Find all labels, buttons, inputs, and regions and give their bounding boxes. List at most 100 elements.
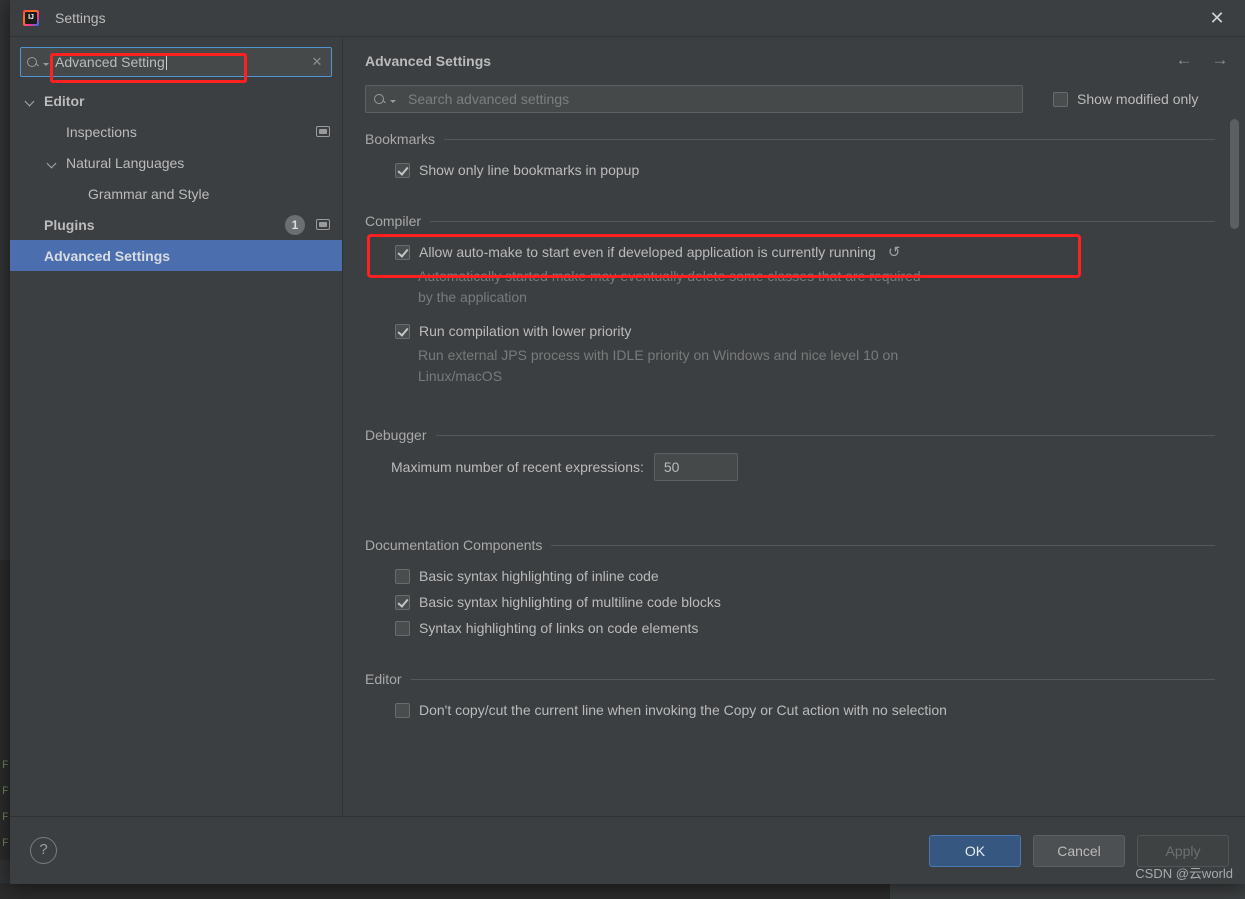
- chevron-down-icon: [390, 99, 396, 103]
- plugin-count-badge: 1: [285, 214, 305, 235]
- show-modified-only-checkbox[interactable]: Show modified only: [1053, 91, 1198, 107]
- checkbox-box[interactable]: [395, 594, 410, 610]
- sidebar-search-input[interactable]: Advanced Setting ✕: [20, 47, 332, 77]
- sidebar-item-label: Plugins: [44, 216, 95, 233]
- dialog-body: Advanced Setting ✕ Editor Inspections Natu…: [10, 37, 1245, 817]
- setting-label: Show only line bookmarks in popup: [419, 162, 640, 178]
- max-recent-expressions-input[interactable]: 50: [653, 453, 738, 481]
- setting-description: Run external JPS process with IDLE prior…: [418, 347, 899, 384]
- sidebar-item-label: Editor: [44, 92, 85, 109]
- watermark: CSDN @云world: [1135, 866, 1233, 881]
- search-icon: [27, 56, 40, 69]
- sidebar-search-wrapper: Advanced Setting ✕: [20, 47, 332, 83]
- sidebar-item-advanced-settings[interactable]: Advanced Settings: [10, 240, 342, 271]
- apply-button[interactable]: Apply: [1137, 834, 1229, 867]
- setting-label: Basic syntax highlighting of multiline c…: [419, 594, 721, 610]
- settings-groups: Bookmarks Show only line bookmarks in pop…: [343, 113, 1245, 763]
- ide-code-glyph: F: [2, 838, 9, 850]
- content-header: Advanced Settings ← →: [343, 37, 1245, 69]
- sidebar-item-label: Grammar and Style: [88, 185, 210, 202]
- dialog-title: Settings: [55, 10, 106, 26]
- clear-icon[interactable]: ✕: [309, 54, 325, 70]
- revert-icon[interactable]: ↺: [888, 245, 903, 260]
- setting-description: Automatically started make may eventuall…: [418, 268, 921, 305]
- sidebar-item-label: Advanced Settings: [44, 247, 171, 264]
- setting-checkbox-row[interactable]: Allow auto-make to start even if develop…: [367, 234, 1215, 278]
- advanced-search-row: Search advanced settings Show modified o…: [365, 85, 1245, 113]
- setting-label: Allow auto-make to start even if develop…: [419, 244, 876, 260]
- checkbox-box[interactable]: [395, 323, 410, 339]
- setting-label: Maximum number of recent expressions:: [391, 459, 644, 475]
- settings-group-debugger: Debugger Maximum number of recent express…: [365, 427, 1215, 529]
- setting-checkbox-row[interactable]: Syntax highlighting of links on code ele…: [395, 615, 1215, 641]
- sidebar-item-grammar-and-style[interactable]: Grammar and Style: [10, 178, 342, 209]
- copy-settings-icon[interactable]: [316, 126, 330, 137]
- search-advanced-settings-input[interactable]: Search advanced settings: [365, 85, 1023, 113]
- group-title: Debugger: [365, 427, 427, 443]
- ok-button[interactable]: OK: [929, 834, 1021, 867]
- sidebar-item-inspections[interactable]: Inspections: [10, 116, 342, 147]
- setting-checkbox-row[interactable]: Basic syntax highlighting of inline code: [395, 563, 1215, 589]
- setting-label: Don't copy/cut the current line when inv…: [419, 702, 947, 718]
- sidebar-item-natural-languages[interactable]: Natural Languages: [10, 147, 342, 178]
- checkbox-box[interactable]: [395, 568, 410, 584]
- setting-spinner-row: Maximum number of recent expressions: 50: [391, 453, 1215, 481]
- checkbox-box[interactable]: [395, 162, 410, 178]
- chevron-down-icon[interactable]: [46, 157, 58, 169]
- group-title: Compiler: [365, 213, 422, 229]
- dialog-footer: ? OK Cancel Apply CSDN @云world: [10, 817, 1245, 884]
- setting-checkbox-row[interactable]: Show only line bookmarks in popup: [395, 157, 1215, 183]
- checkbox-box[interactable]: [395, 620, 410, 636]
- arrow-right-icon[interactable]: →: [1209, 49, 1231, 71]
- nav-arrows: ← →: [1173, 49, 1231, 71]
- group-gap: [365, 397, 1215, 419]
- setting-checkbox-row[interactable]: Run compilation with lower priority: [395, 318, 1215, 344]
- setting-label: Run compilation with lower priority: [419, 323, 632, 339]
- group-divider: [430, 220, 1215, 222]
- group-gap: [365, 641, 1215, 663]
- group-header: Compiler: [365, 213, 1215, 229]
- setting-label: Syntax highlighting of links on code ele…: [419, 620, 699, 636]
- group-header: Debugger: [365, 427, 1215, 443]
- ide-code-glyph: F: [2, 760, 9, 772]
- group-header: Documentation Components: [365, 537, 1215, 553]
- dialog-titlebar: Settings ✕: [10, 0, 1245, 37]
- group-header: Editor: [365, 671, 1215, 687]
- group-divider: [435, 434, 1215, 436]
- settings-sidebar: Advanced Setting ✕ Editor Inspections Natu…: [10, 37, 343, 816]
- group-title: Bookmarks: [365, 131, 436, 147]
- chevron-down-icon[interactable]: [24, 95, 36, 107]
- scrollbar-thumb[interactable]: [1230, 119, 1239, 229]
- sidebar-item-label: Natural Languages: [66, 154, 185, 171]
- content-scrollbar[interactable]: [1230, 119, 1239, 810]
- settings-tree: Editor Inspections Natural Languages Gramma…: [10, 85, 342, 271]
- checkbox-box[interactable]: [395, 702, 410, 718]
- settings-group-compiler: Compiler Allow auto-make to start even if…: [365, 213, 1215, 419]
- settings-group-editor: Editor Don't copy/cut the current line wh…: [365, 671, 1215, 745]
- ide-code-glyph: F: [2, 812, 9, 824]
- group-title: Documentation Components: [365, 537, 543, 553]
- group-title: Editor: [365, 671, 402, 687]
- copy-settings-icon[interactable]: [316, 219, 330, 230]
- group-divider: [410, 678, 1215, 680]
- setting-label: Basic syntax highlighting of inline code: [419, 568, 659, 584]
- settings-group-documentation-components: Documentation Components Basic syntax hig…: [365, 537, 1215, 663]
- group-gap: [365, 723, 1215, 745]
- sidebar-item-label: Inspections: [66, 123, 137, 140]
- show-modified-only-label: Show modified only: [1077, 91, 1199, 107]
- help-icon[interactable]: ?: [30, 837, 57, 864]
- checkbox-box[interactable]: [395, 244, 410, 260]
- close-icon[interactable]: ✕: [1203, 4, 1231, 32]
- cancel-button[interactable]: Cancel: [1033, 834, 1125, 867]
- arrow-left-icon[interactable]: ←: [1173, 49, 1195, 71]
- ide-code-glyph: F: [2, 786, 9, 798]
- setting-checkbox-row[interactable]: Basic syntax highlighting of multiline c…: [395, 589, 1215, 615]
- setting-checkbox-row[interactable]: Don't copy/cut the current line when inv…: [395, 697, 1215, 723]
- settings-scroll-area[interactable]: Bookmarks Show only line bookmarks in pop…: [343, 113, 1245, 816]
- sidebar-item-editor[interactable]: Editor: [10, 85, 342, 116]
- search-placeholder: Search advanced settings: [408, 91, 570, 107]
- checkbox-box: [1053, 91, 1068, 107]
- sidebar-item-plugins[interactable]: Plugins 1: [10, 209, 342, 240]
- settings-content: Advanced Settings ← → Search advanced se…: [343, 37, 1245, 816]
- settings-dialog: Settings ✕ Advanced Setting ✕ Editor Insp…: [10, 0, 1245, 884]
